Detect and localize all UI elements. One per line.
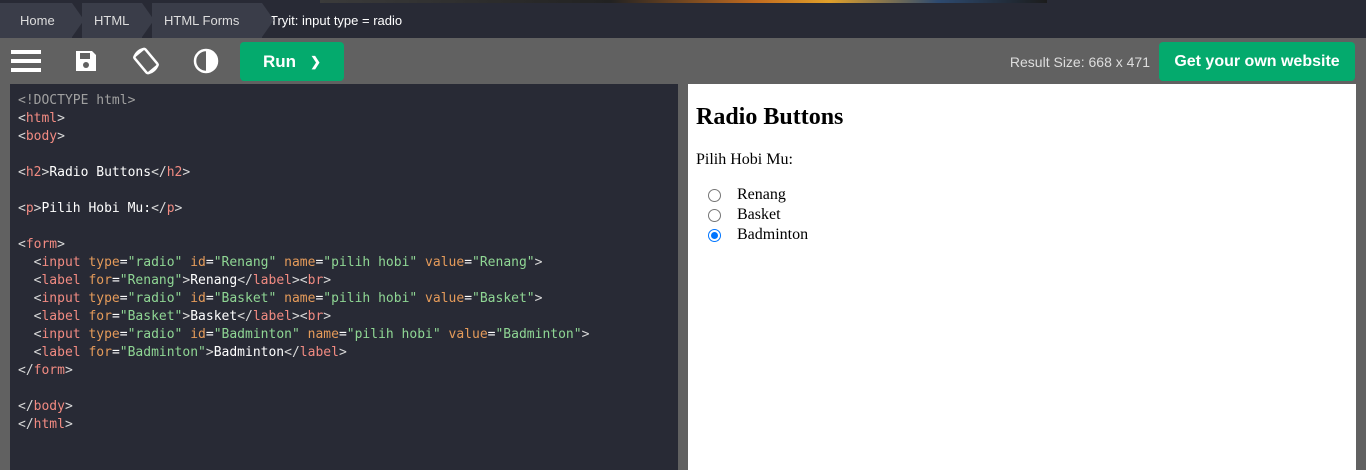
radio-badminton[interactable] [708,228,721,242]
code-line: <!DOCTYPE html> [18,93,136,108]
radio-option-basket[interactable]: Basket [708,205,781,225]
breadcrumb-html-forms[interactable]: HTML Forms [152,3,274,38]
menu-icon[interactable] [8,38,44,84]
result-intro: Pilih Hobi Mu: [696,151,793,168]
radio-renang[interactable] [708,188,721,202]
radio-label-badminton[interactable]: Badminton [737,226,808,244]
run-button[interactable]: Run ❯ [240,42,344,81]
code-line: </body> [18,399,73,414]
result-title: Radio Buttons [696,104,844,130]
breadcrumb-html[interactable]: HTML [82,3,154,38]
chevron-right-icon: ❯ [310,53,321,69]
code-line: <h2>Radio Buttons</h2> [18,165,191,180]
code-line: <input type="radio" id="Badminton" name=… [33,327,590,342]
result-panel: Radio Buttons Pilih Hobi Mu: Renang Bask… [688,84,1356,470]
code-line: </form> [18,363,73,378]
code-editor[interactable]: <!DOCTYPE html> <html> <body> <h2>Radio … [10,84,678,470]
code-content[interactable]: <!DOCTYPE html> <html> <body> <h2>Radio … [10,84,678,434]
code-line: <label for="Basket">Basket</label><br> [33,309,332,324]
toolbar: Run ❯ Result Size: 668 x 471 Get your ow… [0,38,1366,84]
breadcrumb-home[interactable]: Home [0,3,84,38]
rotate-icon[interactable] [128,38,164,84]
result-size: Result Size: 668 x 471 [1009,54,1150,70]
radio-option-badminton[interactable]: Badminton [708,225,808,245]
code-line: <form> [18,237,65,252]
radio-label-renang[interactable]: Renang [737,186,786,204]
save-icon[interactable] [70,38,102,84]
code-line: </html> [18,417,73,432]
breadcrumb-current: Tryit: input type = radio [270,13,403,28]
breadcrumb-home-label: Home [20,13,55,28]
radio-basket[interactable] [708,208,721,222]
get-your-own-website-button[interactable]: Get your own website [1159,42,1355,81]
code-line: <label for="Renang">Renang</label><br> [33,273,332,288]
code-line: <input type="radio" id="Renang" name="pi… [33,255,543,270]
radio-option-renang[interactable]: Renang [708,185,786,205]
code-line: <html> [18,111,65,126]
contrast-icon[interactable] [188,38,224,84]
code-line: <input type="radio" id="Basket" name="pi… [33,291,543,306]
code-line: <p>Pilih Hobi Mu:</p> [18,201,183,216]
breadcrumb-html-forms-label: HTML Forms [164,13,240,28]
radio-label-basket[interactable]: Basket [737,206,781,224]
code-line: <label for="Badminton">Badminton</label> [33,345,347,360]
panel-divider[interactable] [678,84,688,470]
code-line: <body> [18,129,65,144]
breadcrumb: Home HTML HTML Forms Tryit: input type =… [0,3,1366,38]
run-button-label: Run [263,51,297,71]
breadcrumb-html-label: HTML [94,13,130,28]
